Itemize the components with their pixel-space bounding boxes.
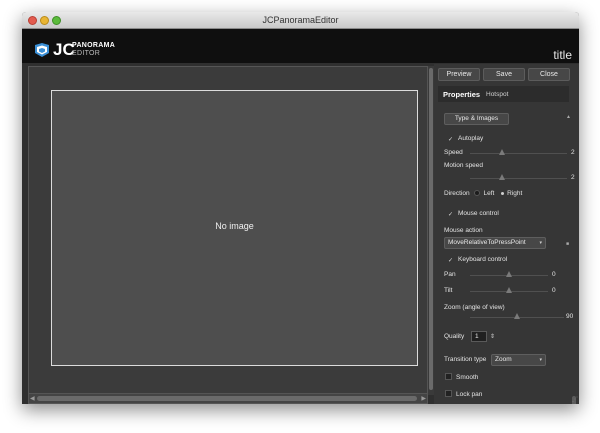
window-title: JCPanoramaEditor — [262, 15, 339, 25]
tilt-slider-thumb[interactable] — [506, 287, 512, 293]
tilt-value: 0 — [552, 287, 556, 294]
quality-label: Quality — [444, 333, 465, 340]
quality-input[interactable]: 1 — [471, 331, 487, 342]
check-icon: ✓ — [447, 137, 454, 143]
mouse-action-label: Mouse action — [444, 227, 483, 234]
check-icon: ✓ — [447, 258, 454, 264]
save-button[interactable]: Save — [483, 68, 525, 81]
pan-slider[interactable] — [470, 271, 548, 278]
mouse-control-label: Mouse control — [458, 210, 499, 217]
panel-tabs: Properties Hotspot — [438, 86, 569, 102]
smooth-label: Smooth — [456, 374, 479, 381]
horizontal-scrollbar[interactable]: ◀ ▶ — [29, 393, 427, 403]
direction-left-label[interactable]: Left — [483, 190, 494, 197]
mouse-action-value: MoveRelativeToPressPoint — [448, 239, 526, 246]
keyboard-control-checkbox[interactable]: ✓ Keyboard control — [447, 256, 507, 265]
transition-type-value: Zoom — [495, 356, 512, 363]
motion-speed-label: Motion speed — [444, 162, 484, 169]
mouse-control-checkbox[interactable]: ✓ Mouse control — [447, 210, 499, 219]
keyboard-control-label: Keyboard control — [458, 256, 508, 263]
project-title: title — [553, 48, 572, 62]
checkbox-box — [445, 373, 452, 380]
tab-hotspot[interactable]: Hotspot — [486, 91, 508, 98]
scroll-left-icon[interactable]: ◀ — [30, 395, 35, 402]
zoom-slider-thumb[interactable] — [514, 313, 520, 319]
zoom-window-button[interactable] — [52, 16, 61, 25]
stepper-icon[interactable]: ⇕ — [490, 333, 495, 340]
smooth-checkbox[interactable]: Smooth — [445, 373, 478, 381]
direction-right-label[interactable]: Right — [507, 190, 522, 197]
direction-row: Direction Left Right — [444, 190, 522, 197]
autoplay-label: Autoplay — [458, 135, 484, 142]
app-window: JCPanoramaEditor JC PANORAMA EDITOR titl… — [22, 12, 579, 404]
speed-value: 2 — [571, 149, 575, 156]
zoom-slider[interactable] — [470, 313, 564, 320]
tilt-label: Tilt — [444, 287, 453, 294]
pan-value: 0 — [552, 271, 556, 278]
zoom-label: Zoom (angle of view) — [444, 304, 505, 311]
chevron-down-icon: ▾ — [539, 240, 542, 246]
checkbox-box — [445, 390, 452, 397]
speed-label: Speed — [444, 149, 463, 156]
title-bar: JCPanoramaEditor — [22, 12, 579, 29]
speed-slider[interactable] — [470, 149, 567, 156]
scroll-right-icon[interactable]: ▶ — [421, 395, 426, 402]
direction-left-radio[interactable] — [474, 190, 481, 196]
motion-speed-slider[interactable] — [470, 174, 567, 181]
type-images-button[interactable]: Type & Images — [444, 113, 509, 125]
scroll-up-icon[interactable]: ▲ — [566, 114, 571, 120]
zoom-value: 90 — [566, 313, 574, 320]
close-window-button[interactable] — [28, 16, 37, 25]
direction-label: Direction — [444, 190, 470, 197]
tilt-slider[interactable] — [470, 287, 548, 294]
properties-panel: Preview Save Close Properties Hotspot ▲ … — [434, 64, 579, 404]
autoplay-checkbox[interactable]: ✓ Autoplay — [447, 135, 483, 144]
scroll-marker: ■ — [566, 241, 570, 247]
tab-properties[interactable]: Properties — [443, 90, 480, 99]
lock-pan-checkbox[interactable]: Lock pan — [445, 390, 482, 398]
horizontal-scroll-thumb[interactable] — [37, 396, 417, 401]
direction-right-radio[interactable] — [501, 192, 505, 195]
properties-form: ▲ Type & Images ✓ Autoplay Speed 2 Motion… — [434, 106, 579, 404]
motion-speed-slider-thumb[interactable] — [499, 174, 505, 180]
transition-type-label: Transition type — [444, 356, 487, 363]
preview-button[interactable]: Preview — [438, 68, 480, 81]
app-header: JC PANORAMA EDITOR title — [22, 29, 579, 63]
panorama-canvas[interactable]: No image — [51, 90, 418, 366]
check-icon: ✓ — [447, 212, 454, 218]
lock-pan-label: Lock pan — [456, 391, 483, 398]
speed-slider-thumb[interactable] — [499, 149, 505, 155]
pan-slider-thumb[interactable] — [506, 271, 512, 277]
panorama-logo-icon — [35, 43, 49, 57]
pan-label: Pan — [444, 271, 456, 278]
preview-area: No image ◀ ▶ — [28, 66, 428, 404]
logo-editor-text: EDITOR — [72, 50, 101, 57]
motion-speed-value: 2 — [571, 174, 575, 181]
close-button[interactable]: Close — [528, 68, 570, 81]
transition-type-dropdown[interactable]: Zoom ▾ — [491, 354, 546, 366]
mouse-action-dropdown[interactable]: MoveRelativeToPressPoint ▾ — [444, 237, 546, 249]
logo-panorama-text: PANORAMA — [72, 42, 116, 49]
no-image-label: No image — [215, 221, 254, 231]
minimize-window-button[interactable] — [40, 16, 49, 25]
resize-grip-icon[interactable]: ⋰ — [572, 396, 578, 403]
vertical-scroll-thumb[interactable] — [429, 68, 433, 390]
chevron-down-icon: ▾ — [539, 357, 542, 363]
